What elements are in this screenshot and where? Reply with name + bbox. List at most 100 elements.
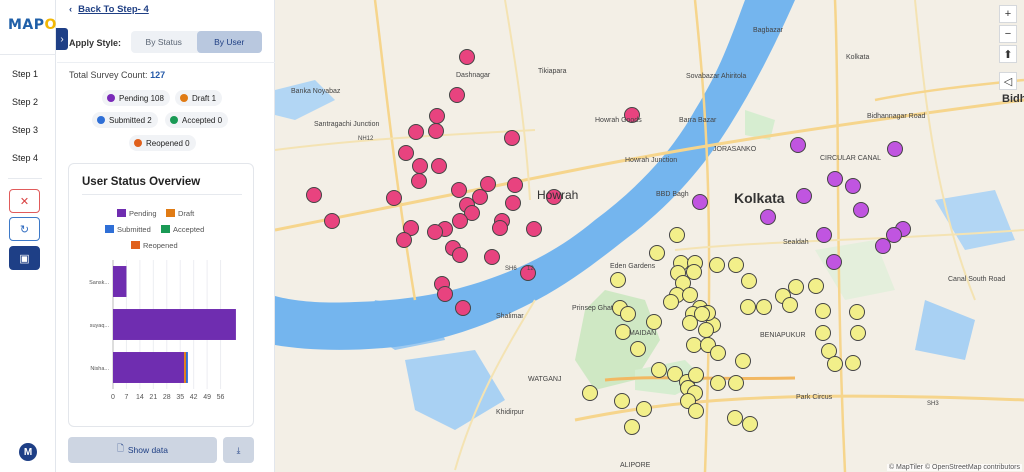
survey-marker-yellow[interactable] (849, 304, 865, 320)
step-1[interactable]: Step 1 (0, 69, 56, 79)
survey-marker-yellow[interactable] (788, 279, 804, 295)
compass-button[interactable]: ⬆ (999, 45, 1017, 63)
survey-marker-yellow[interactable] (663, 294, 679, 310)
survey-marker-purple[interactable] (816, 227, 832, 243)
step-4[interactable]: Step 4 (0, 153, 56, 163)
bar-submitted[interactable] (185, 352, 188, 383)
survey-marker-pink[interactable] (412, 158, 428, 174)
survey-marker-yellow[interactable] (710, 345, 726, 361)
by-status-option[interactable]: By Status (131, 31, 197, 53)
survey-marker-yellow[interactable] (815, 325, 831, 341)
survey-marker-yellow[interactable] (630, 341, 646, 357)
survey-marker-yellow[interactable] (742, 416, 758, 432)
map-attribution[interactable]: © MapTiler © OpenStreetMap contributors (886, 464, 1022, 471)
survey-marker-yellow[interactable] (756, 299, 772, 315)
close-button[interactable]: ✕ (9, 189, 40, 213)
back-link[interactable]: ‹ Back To Step- 4 (69, 4, 149, 15)
survey-marker-pink[interactable] (507, 177, 523, 193)
survey-marker-pink[interactable] (459, 49, 475, 65)
download-button[interactable]: ⤓ (223, 437, 254, 463)
survey-marker-pink[interactable] (472, 189, 488, 205)
by-user-option[interactable]: By User (196, 31, 262, 53)
survey-marker-yellow[interactable] (741, 273, 757, 289)
survey-marker-yellow[interactable] (688, 403, 704, 419)
survey-marker-yellow[interactable] (686, 337, 702, 353)
survey-marker-yellow[interactable] (636, 401, 652, 417)
survey-marker-purple[interactable] (827, 171, 843, 187)
survey-marker-pink[interactable] (408, 124, 424, 140)
survey-marker-pink[interactable] (427, 224, 443, 240)
survey-marker-pink[interactable] (431, 158, 447, 174)
step-3[interactable]: Step 3 (0, 125, 56, 135)
zoom-in-button[interactable]: + (999, 5, 1017, 23)
survey-marker-yellow[interactable] (698, 322, 714, 338)
survey-marker-yellow[interactable] (709, 257, 725, 273)
survey-marker-pink[interactable] (306, 187, 322, 203)
survey-marker-yellow[interactable] (728, 375, 744, 391)
survey-marker-purple[interactable] (760, 209, 776, 225)
survey-marker-pink[interactable] (411, 173, 427, 189)
survey-marker-yellow[interactable] (694, 306, 710, 322)
survey-marker-purple[interactable] (790, 137, 806, 153)
survey-marker-purple[interactable] (845, 178, 861, 194)
survey-marker-yellow[interactable] (728, 257, 744, 273)
survey-marker-yellow[interactable] (646, 314, 662, 330)
survey-marker-pink[interactable] (437, 286, 453, 302)
survey-marker-yellow[interactable] (827, 356, 843, 372)
survey-marker-pink[interactable] (451, 182, 467, 198)
survey-marker-yellow[interactable] (582, 385, 598, 401)
survey-marker-yellow[interactable] (735, 353, 751, 369)
survey-marker-yellow[interactable] (649, 245, 665, 261)
survey-marker-pink[interactable] (526, 221, 542, 237)
survey-marker-yellow[interactable] (651, 362, 667, 378)
bar-pending[interactable] (113, 352, 185, 383)
survey-marker-purple[interactable] (796, 188, 812, 204)
survey-marker-purple[interactable] (853, 202, 869, 218)
avatar[interactable]: M (19, 443, 37, 461)
status-badge-draft[interactable]: Draft 1 (175, 90, 223, 106)
status-badge-pending[interactable]: Pending 108 (102, 90, 170, 106)
survey-marker-pink[interactable] (386, 190, 402, 206)
survey-marker-pink[interactable] (324, 213, 340, 229)
survey-marker-yellow[interactable] (610, 272, 626, 288)
survey-marker-yellow[interactable] (614, 393, 630, 409)
survey-marker-purple[interactable] (826, 254, 842, 270)
survey-marker-pink[interactable] (452, 213, 468, 229)
survey-marker-pink[interactable] (484, 249, 500, 265)
survey-marker-yellow[interactable] (710, 375, 726, 391)
refresh-button[interactable]: ↻ (9, 217, 40, 241)
survey-marker-yellow[interactable] (808, 278, 824, 294)
survey-marker-purple[interactable] (887, 141, 903, 157)
survey-marker-yellow[interactable] (815, 303, 831, 319)
survey-marker-yellow[interactable] (782, 297, 798, 313)
survey-marker-pink[interactable] (504, 130, 520, 146)
survey-marker-yellow[interactable] (740, 299, 756, 315)
zoom-out-button[interactable]: − (999, 25, 1017, 43)
survey-marker-yellow[interactable] (682, 287, 698, 303)
survey-marker-pink[interactable] (452, 247, 468, 263)
survey-marker-purple[interactable] (692, 194, 708, 210)
layers-button[interactable]: ▣ (9, 246, 40, 270)
survey-marker-purple[interactable] (886, 227, 902, 243)
survey-marker-pink[interactable] (455, 300, 471, 316)
survey-marker-yellow[interactable] (727, 410, 743, 426)
map-view[interactable]: Howrah Kolkata Dashnagar Tikiapara Howra… (275, 0, 1024, 472)
step-2[interactable]: Step 2 (0, 97, 56, 107)
survey-marker-pink[interactable] (398, 145, 414, 161)
bar-pending[interactable] (113, 266, 127, 297)
survey-marker-pink[interactable] (428, 123, 444, 139)
panel-collapse-toggle[interactable]: › (56, 28, 68, 50)
bar-pending[interactable] (113, 309, 236, 340)
survey-marker-yellow[interactable] (620, 306, 636, 322)
survey-marker-pink[interactable] (492, 220, 508, 236)
survey-marker-yellow[interactable] (669, 227, 685, 243)
status-badge-submitted[interactable]: Submitted 2 (92, 112, 158, 128)
survey-marker-pink[interactable] (396, 232, 412, 248)
bar-draft[interactable] (184, 352, 186, 383)
survey-marker-yellow[interactable] (845, 355, 861, 371)
survey-marker-yellow[interactable] (850, 325, 866, 341)
geolocate-button[interactable]: ◁ (999, 72, 1017, 90)
survey-marker-pink[interactable] (480, 176, 496, 192)
survey-marker-yellow[interactable] (624, 419, 640, 435)
survey-marker-pink[interactable] (505, 195, 521, 211)
